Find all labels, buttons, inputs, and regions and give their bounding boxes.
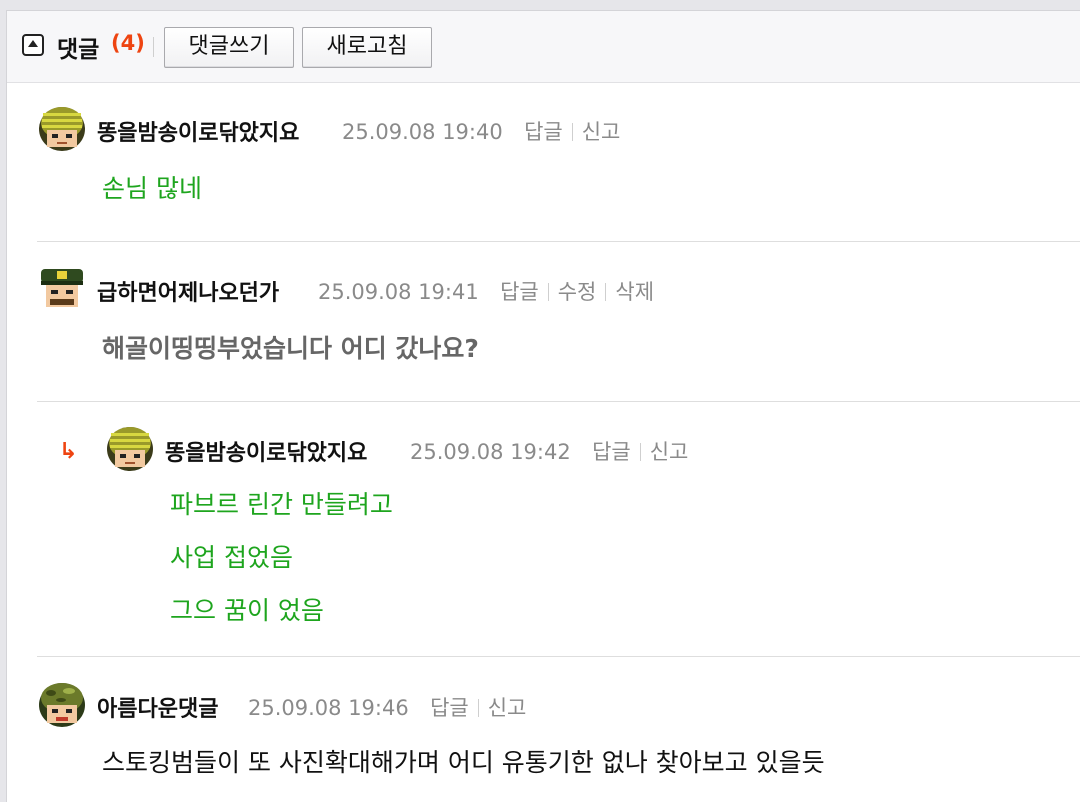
write-comment-button[interactable]: 댓글쓰기: [164, 27, 294, 68]
reply-arrow-icon: ↳: [59, 439, 78, 464]
comment-text: 해골이띵띵부었습니다 어디 갔나요?: [102, 334, 479, 363]
comment-date: 25.09.08 19:40: [342, 120, 503, 144]
reply-link[interactable]: 답글: [524, 120, 563, 144]
comment-meta: 25.09.08 19:46 답글 신고: [248, 692, 526, 722]
refresh-button[interactable]: 새로고침: [302, 27, 432, 68]
toolbar-divider: [153, 37, 154, 57]
camo-helmet-avatar-icon[interactable]: [37, 679, 87, 729]
comment-text: 손님 많네: [102, 174, 202, 203]
comment-divider: [37, 241, 1080, 242]
striped-helmet-avatar-icon[interactable]: [105, 423, 155, 473]
comment-meta: 25.09.08 19:40 답글 신고: [342, 116, 620, 146]
comment-date: 25.09.08 19:41: [318, 280, 479, 304]
comment-author[interactable]: 급하면어제나오던가: [97, 275, 279, 307]
report-link[interactable]: 신고: [650, 440, 689, 464]
comment-author[interactable]: 아름다운댓글: [97, 691, 218, 723]
comment-text-line: 사업 접었음: [170, 543, 293, 572]
comment-divider: [37, 401, 1080, 402]
comment-text-line: 그으 꿈이 었음: [170, 596, 324, 625]
comment-section-title: 댓글: [57, 37, 100, 63]
striped-helmet-avatar-icon[interactable]: [37, 103, 87, 153]
comment-date: 25.09.08 19:46: [248, 696, 409, 720]
comment-panel: 댓글 (4) 댓글쓰기 새로고침 똥을밤송이로닦았지요 25.09.08 19:…: [6, 10, 1080, 802]
comment-text-line: 파브르 린간 만들려고: [170, 490, 393, 519]
comment-meta: 25.09.08 19:42 답글 신고: [410, 436, 688, 466]
report-link[interactable]: 신고: [488, 696, 527, 720]
reply-link[interactable]: 답글: [500, 280, 539, 304]
report-link[interactable]: 신고: [582, 120, 621, 144]
officer-cap-avatar-icon[interactable]: [37, 263, 87, 313]
delete-link[interactable]: 삭제: [615, 280, 654, 304]
comment-date: 25.09.08 19:42: [410, 440, 571, 464]
comment-divider: [37, 656, 1080, 657]
collapse-toggle-icon[interactable]: [22, 34, 44, 56]
comment-text: 스토킹범들이 또 사진확대해가며 어디 유통기한 없나 찾아보고 있을듯: [102, 748, 825, 777]
reply-link[interactable]: 답글: [592, 440, 631, 464]
comment-count: (4): [111, 31, 145, 55]
reply-link[interactable]: 답글: [430, 696, 469, 720]
comment-meta: 25.09.08 19:41 답글 수정 삭제: [318, 276, 654, 306]
comment-author[interactable]: 똥을밤송이로닦았지요: [97, 115, 299, 147]
comment-author[interactable]: 똥을밤송이로닦았지요: [165, 435, 367, 467]
comment-toolbar: 댓글 (4) 댓글쓰기 새로고침: [7, 11, 1080, 83]
edit-link[interactable]: 수정: [558, 280, 597, 304]
